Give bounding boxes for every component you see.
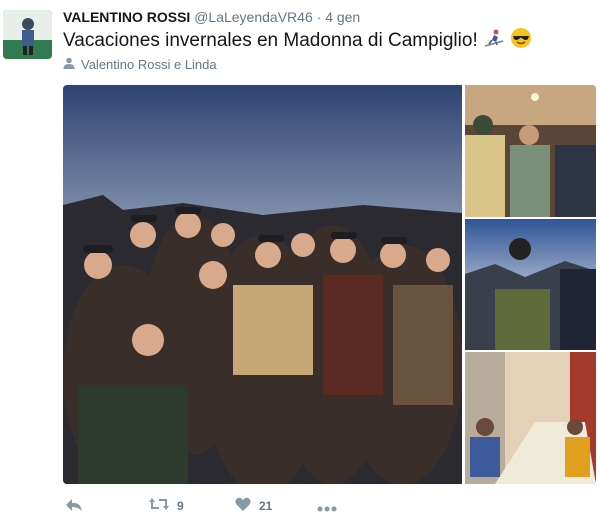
timestamp[interactable]: 4 gen <box>325 9 360 25</box>
author-handle[interactable]: @LaLeyendaVR46 <box>194 9 313 25</box>
photo-main[interactable] <box>63 85 462 484</box>
more-icon <box>317 501 337 515</box>
reply-icon <box>65 497 83 516</box>
retweet-count: 9 <box>177 498 184 513</box>
photo-side-2[interactable] <box>465 219 596 350</box>
tweet-header: VALENTINO ROSSI @LaLeyendaVR46 · 4 gen <box>63 9 360 25</box>
author-name[interactable]: VALENTINO ROSSI <box>63 9 190 25</box>
tweet-actions: 9 21 <box>63 497 483 517</box>
photo-side-3[interactable] <box>465 352 596 484</box>
like-count: 21 <box>259 498 273 513</box>
avatar[interactable] <box>3 10 52 59</box>
person-icon <box>63 57 75 72</box>
sunglasses-emoji-icon <box>510 27 532 55</box>
photo-side-1[interactable] <box>465 85 596 217</box>
tagged-label: Valentino Rossi e Linda <box>81 57 217 72</box>
separator: · <box>316 9 322 25</box>
reply-button[interactable] <box>65 497 83 516</box>
tweet-body: Vacaciones invernales en Madonna di Camp… <box>63 30 478 52</box>
like-icon <box>235 497 251 514</box>
retweet-icon <box>149 497 169 514</box>
more-button[interactable] <box>317 501 337 515</box>
tagged-users[interactable]: Valentino Rossi e Linda <box>63 57 217 72</box>
skier-emoji-icon <box>483 27 506 55</box>
like-button[interactable]: 21 <box>235 497 272 514</box>
tweet-text: Vacaciones invernales en Madonna di Camp… <box>63 27 532 55</box>
retweet-button[interactable]: 9 <box>149 497 184 514</box>
